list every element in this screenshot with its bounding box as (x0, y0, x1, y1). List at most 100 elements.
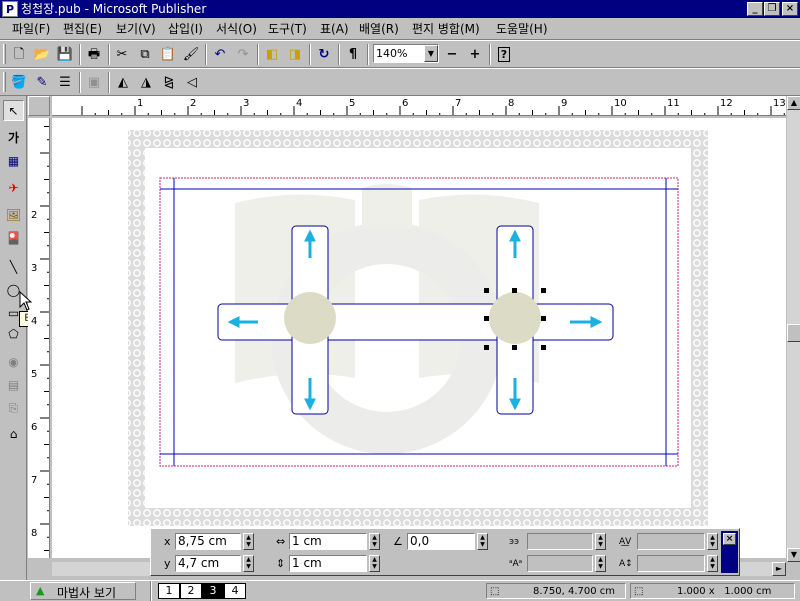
fill-color-icon[interactable]: 🪣 (8, 72, 30, 93)
y-label: y (164, 557, 171, 570)
custom-shapes-tool-icon[interactable]: ⬠ (3, 324, 24, 345)
menu-tools[interactable]: 도구(T) (268, 21, 307, 37)
zoom-in-button[interactable]: + (464, 44, 486, 65)
character-scaling-field[interactable] (527, 533, 593, 550)
zoom-select[interactable]: 140% ▼ (373, 44, 439, 63)
rotate-right-icon[interactable]: ◮ (135, 72, 157, 93)
kerning-field[interactable] (637, 533, 705, 550)
publisher-icon[interactable]: P (2, 1, 18, 17)
print-icon[interactable]: 🖶 (83, 44, 105, 65)
workspace[interactable] (52, 118, 786, 558)
scroll-up-icon[interactable]: ▲ (787, 96, 800, 110)
close-button[interactable]: × (782, 2, 798, 16)
picture-frame-tool-icon[interactable]: 🖼 (3, 205, 24, 226)
height-field[interactable]: 1 cm (289, 555, 367, 572)
height-spinner[interactable]: ▲ ▼ (369, 555, 380, 572)
ruler-ticks: 23456789 (31, 126, 49, 551)
hotspot-tool-icon[interactable]: ◉ (3, 352, 24, 373)
save-icon[interactable]: 💾 (54, 44, 76, 65)
width-spinner[interactable]: ▲ ▼ (369, 533, 380, 550)
page-tab-3-current[interactable]: 3 (202, 583, 224, 599)
line-tool-icon[interactable]: ╲ (3, 257, 24, 278)
wizard-toggle-button[interactable]: ▲ 마법사 보기 (30, 582, 136, 600)
separator (205, 44, 207, 65)
html-fragment-tool-icon[interactable]: ⎘ (3, 398, 24, 419)
new-file-icon[interactable]: 🗋 (8, 44, 30, 65)
send-to-back-icon[interactable]: ◨ (284, 44, 306, 65)
text-tool[interactable]: 가 (3, 128, 24, 149)
menu-edit[interactable]: 편집(E) (63, 21, 102, 37)
rotate-icon[interactable]: ↻ (313, 44, 335, 65)
design-gallery-tool-icon[interactable]: ⌂ (3, 424, 24, 445)
table-tool-icon[interactable]: ▦ (3, 151, 24, 172)
chevron-down-icon[interactable]: ▼ (424, 45, 438, 62)
x-spinner[interactable]: ▲ ▼ (243, 533, 254, 550)
redo-icon[interactable]: ↷ (232, 44, 254, 65)
rotation-field[interactable]: 0,0 (407, 533, 475, 550)
line-spacing-field[interactable] (637, 555, 705, 572)
menu-file[interactable]: 파일(F) (12, 21, 50, 37)
ruler-number: 7 (455, 98, 461, 109)
help-button[interactable]: ? (493, 44, 515, 65)
character-scaling-spinner[interactable]: ▲ ▼ (595, 533, 606, 550)
menu-insert[interactable]: 삽입(I) (168, 21, 203, 37)
character-scaling-icon: ꜿꜿ (509, 537, 519, 547)
left-circle-shape[interactable] (284, 292, 336, 344)
page-tab-2[interactable]: 2 (180, 583, 202, 599)
vertical-ruler[interactable]: 23456789 (28, 118, 50, 558)
menu-table[interactable]: 표(A) (320, 21, 349, 37)
scroll-right-icon[interactable]: ► (772, 562, 786, 576)
baseline-spinner[interactable]: ▲ ▼ (595, 555, 606, 572)
horizontal-bar-shape[interactable] (217, 303, 614, 341)
menu-arrange[interactable]: 배열(R) (359, 21, 399, 37)
menu-mail-merge[interactable]: 편지 병합(M) (412, 21, 480, 37)
scroll-thumb[interactable] (787, 324, 800, 342)
toolbar-grip[interactable] (3, 44, 6, 64)
y-spinner[interactable]: ▲ ▼ (243, 555, 254, 572)
horizontal-ruler[interactable]: 1234567891011121314 (52, 96, 786, 116)
restore-button[interactable]: ❐ (764, 2, 780, 16)
paste-icon[interactable]: 📋 (157, 44, 179, 65)
minimize-button[interactable]: _ (747, 2, 763, 16)
zoom-out-button[interactable]: − (441, 44, 463, 65)
form-control-tool-icon[interactable]: ▤ (3, 375, 24, 396)
flip-vertical-icon[interactable]: ◁ (181, 72, 203, 93)
clip-art-tool-icon[interactable]: 🎴 (3, 228, 24, 249)
close-icon[interactable]: × (723, 533, 736, 545)
width-field[interactable]: 1 cm (289, 533, 367, 550)
paragraph-marks-icon[interactable]: ¶ (342, 44, 364, 65)
line-spacing-icon: A↕ (619, 559, 633, 569)
rotate-left-icon[interactable]: ◭ (112, 72, 134, 93)
toolbar-grip[interactable] (3, 72, 6, 92)
right-circle-shape[interactable] (489, 292, 541, 344)
kerning-spinner[interactable]: ▲ ▼ (707, 533, 718, 550)
ruler-ticks: 1234567891011121314 (81, 98, 786, 115)
ruler-corner[interactable] (28, 96, 50, 116)
baseline-field[interactable] (527, 555, 593, 572)
ruler-number: 8 (508, 98, 514, 109)
menu-format[interactable]: 서식(O) (216, 21, 257, 37)
page-tab-1[interactable]: 1 (158, 583, 180, 599)
cut-icon[interactable]: ✂ (111, 44, 133, 65)
bring-to-front-icon[interactable]: ◧ (261, 44, 283, 65)
menu-help[interactable]: 도움말(H) (496, 21, 548, 37)
line-color-icon[interactable]: ✎ (31, 72, 53, 93)
flip-horizontal-icon[interactable]: ⧎ (158, 72, 180, 93)
vertical-scrollbar[interactable]: ▲ ▼ (786, 96, 800, 562)
y-position-field[interactable]: 4,7 cm (175, 555, 241, 572)
shadow-icon[interactable]: ▣ (83, 72, 105, 93)
line-style-icon[interactable]: ☰ (54, 72, 76, 93)
menu-view[interactable]: 보기(V) (116, 21, 156, 37)
ruler-number: 13 (773, 98, 786, 109)
scroll-down-icon[interactable]: ▼ (787, 548, 800, 562)
x-position-field[interactable]: 8,75 cm (175, 533, 241, 550)
pointer-tool-icon[interactable]: ↖ (3, 100, 24, 121)
rotation-spinner[interactable]: ▲ ▼ (477, 533, 488, 550)
page-tab-4[interactable]: 4 (224, 583, 246, 599)
wordart-tool-icon[interactable]: ✈ (3, 178, 24, 199)
format-painter-icon[interactable]: 🖌 (180, 44, 202, 65)
line-spacing-spinner[interactable]: ▲ ▼ (707, 555, 718, 572)
copy-icon[interactable]: ⧉ (134, 44, 156, 65)
open-folder-icon[interactable]: 📂 (31, 44, 53, 65)
undo-icon[interactable]: ↶ (209, 44, 231, 65)
